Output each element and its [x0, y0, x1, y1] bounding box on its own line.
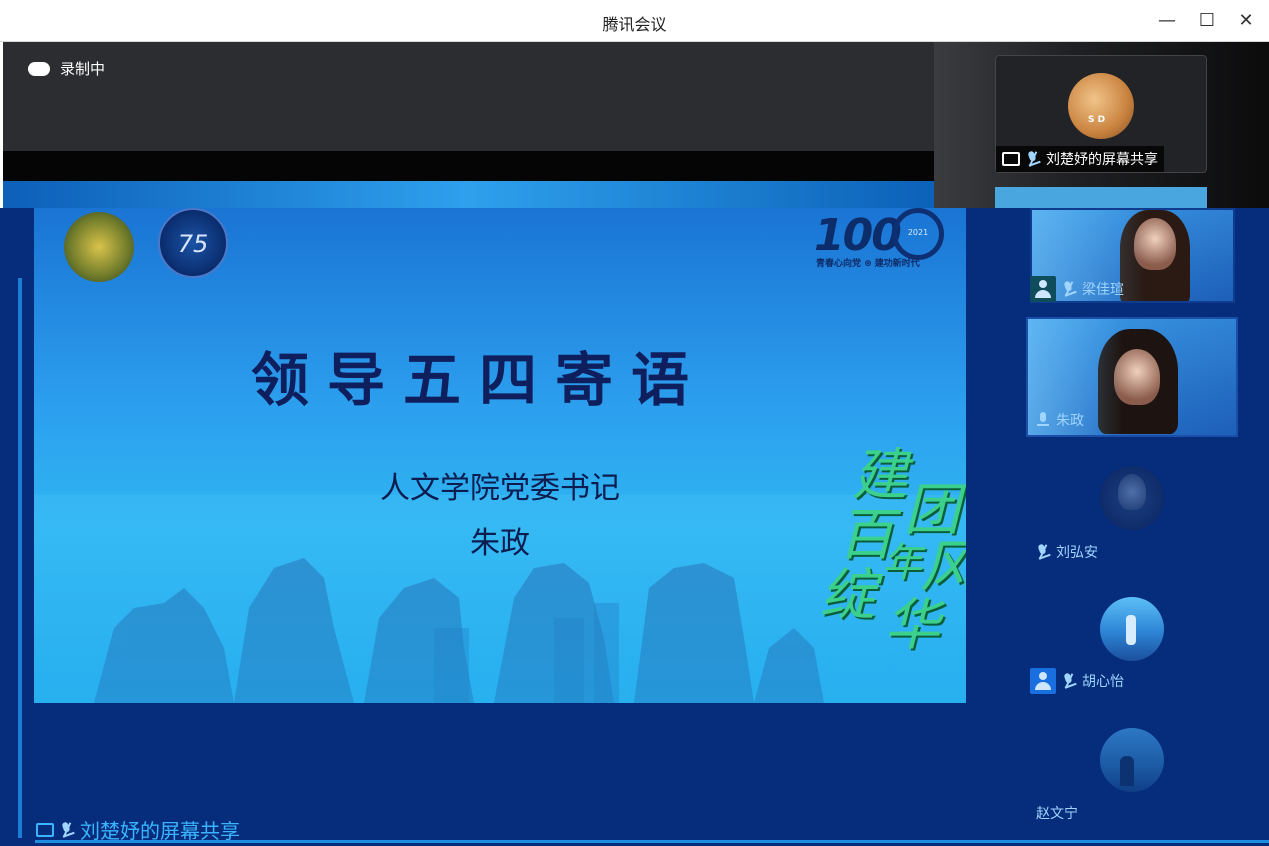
avatar[interactable] [1100, 728, 1164, 792]
meeting-header-bar [3, 42, 934, 151]
participant-label: 刘弘安 [1036, 542, 1098, 562]
stage-left-border [18, 278, 22, 838]
avatar [1068, 73, 1134, 139]
thumbnail-preview-strip [995, 187, 1207, 209]
centenary-year: 2021 [892, 208, 944, 260]
participant-name: 朱政 [1056, 413, 1084, 429]
university-emblem: 75 [158, 208, 228, 278]
mic-muted-icon [1034, 542, 1053, 562]
centenary-slogan: 青春心向党 ⊛ 建功新时代 [816, 259, 920, 269]
participant-name: 刘弘安 [1056, 545, 1098, 561]
participant-name: 胡心怡 [1082, 674, 1124, 690]
participant-figure [1126, 615, 1136, 645]
maximize-button[interactable]: ☐ [1194, 8, 1220, 34]
calligraphy-char: 团 [904, 478, 960, 543]
calligraphy-text: 建 团 百 年 风 华 绽 [820, 443, 966, 698]
close-button[interactable]: ✕ [1233, 8, 1259, 34]
participant-label: 赵文宁 [1036, 803, 1078, 823]
slide-title: 领导五四寄语 [250, 346, 707, 414]
mic-muted-icon [1024, 149, 1043, 169]
participant-name: 梁佳瑄 [1082, 282, 1124, 298]
centenary-logo: 100 [814, 210, 902, 261]
screen-share-thumb-text: 刘楚妤的屏幕共享 [1046, 152, 1158, 168]
calligraphy-char: 年 [882, 540, 922, 586]
person-icon [1030, 276, 1056, 302]
person-icon [1030, 668, 1056, 694]
cloud-icon [28, 61, 50, 76]
slide-preview-strip [3, 181, 934, 209]
participant-face [1118, 474, 1146, 510]
window-titlebar: 腾讯会议 — ☐ ✕ [0, 0, 1269, 42]
calligraphy-char: 绽 [820, 563, 876, 628]
recording-label: 录制中 [60, 60, 106, 78]
avatar[interactable] [1100, 466, 1164, 530]
calligraphy-char: 华 [884, 593, 940, 658]
window-title: 腾讯会议 [602, 15, 667, 34]
mic-icon [1036, 412, 1050, 428]
screen-share-thumbnail-label: 刘楚妤的屏幕共享 [996, 146, 1164, 172]
screen-share-icon [36, 822, 54, 837]
emblem-number: 75 [177, 230, 209, 258]
shared-slide: 75 100 2021 青春心向党 ⊛ 建功新时代 领导五四寄语 人文学院党委书… [34, 208, 966, 703]
mic-muted-icon [1060, 279, 1079, 299]
recording-indicator[interactable]: 录制中 [28, 58, 105, 79]
header-divider [3, 151, 934, 181]
participant-figure [1120, 756, 1134, 786]
participant-name: 赵文宁 [1036, 806, 1078, 822]
screen-share-icon [1002, 152, 1020, 166]
calligraphy-char: 建 [852, 443, 908, 508]
avatar[interactable] [1100, 597, 1164, 661]
participant-label: 朱政 [1036, 410, 1084, 430]
calligraphy-char: 风 [920, 540, 966, 596]
minimize-button[interactable]: — [1154, 8, 1180, 34]
mic-muted-icon [58, 820, 77, 840]
mic-muted-icon [1060, 671, 1079, 691]
participant-label: 胡心怡 [1030, 668, 1124, 694]
youth-league-emblem [64, 212, 134, 282]
participant-label: 梁佳瑄 [1030, 276, 1124, 302]
avatar-initials: S D [1088, 115, 1106, 125]
stage-bottom-border [35, 840, 1269, 843]
